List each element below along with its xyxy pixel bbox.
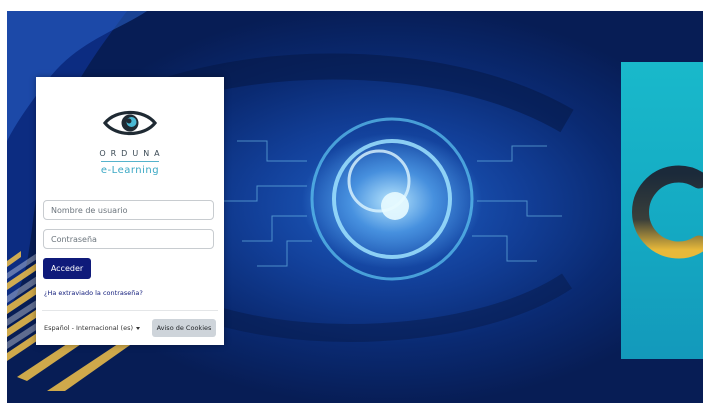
pupil-glow (381, 192, 409, 220)
username-input[interactable] (43, 200, 214, 220)
login-button[interactable]: Acceder (43, 258, 91, 279)
brand-side-panel (621, 62, 703, 359)
forgot-password-link[interactable]: ¿Ha extraviado la contraseña? (44, 289, 143, 297)
language-selector[interactable]: Español - Internacional (es) (44, 324, 141, 332)
brand-c-logo-icon (632, 165, 703, 259)
brand-divider (101, 161, 159, 162)
cookie-notice-button[interactable]: Aviso de Cookies (152, 319, 216, 337)
card-divider (42, 310, 218, 311)
caret-down-icon (136, 326, 141, 330)
login-page-background: ORDUNA e-Learning Acceder ¿Ha extraviado… (7, 11, 703, 403)
language-selected-label: Español - Internacional (es) (44, 324, 134, 332)
lower-eyelid-arc (173, 273, 572, 343)
brand-name: ORDUNA (99, 149, 165, 158)
login-card: ORDUNA e-Learning Acceder ¿Ha extraviado… (36, 77, 224, 345)
brand-logo: ORDUNA e-Learning (36, 107, 224, 176)
brand-subtitle: e-Learning (100, 165, 160, 176)
password-input[interactable] (43, 229, 214, 249)
eye-logo-icon (102, 110, 158, 136)
